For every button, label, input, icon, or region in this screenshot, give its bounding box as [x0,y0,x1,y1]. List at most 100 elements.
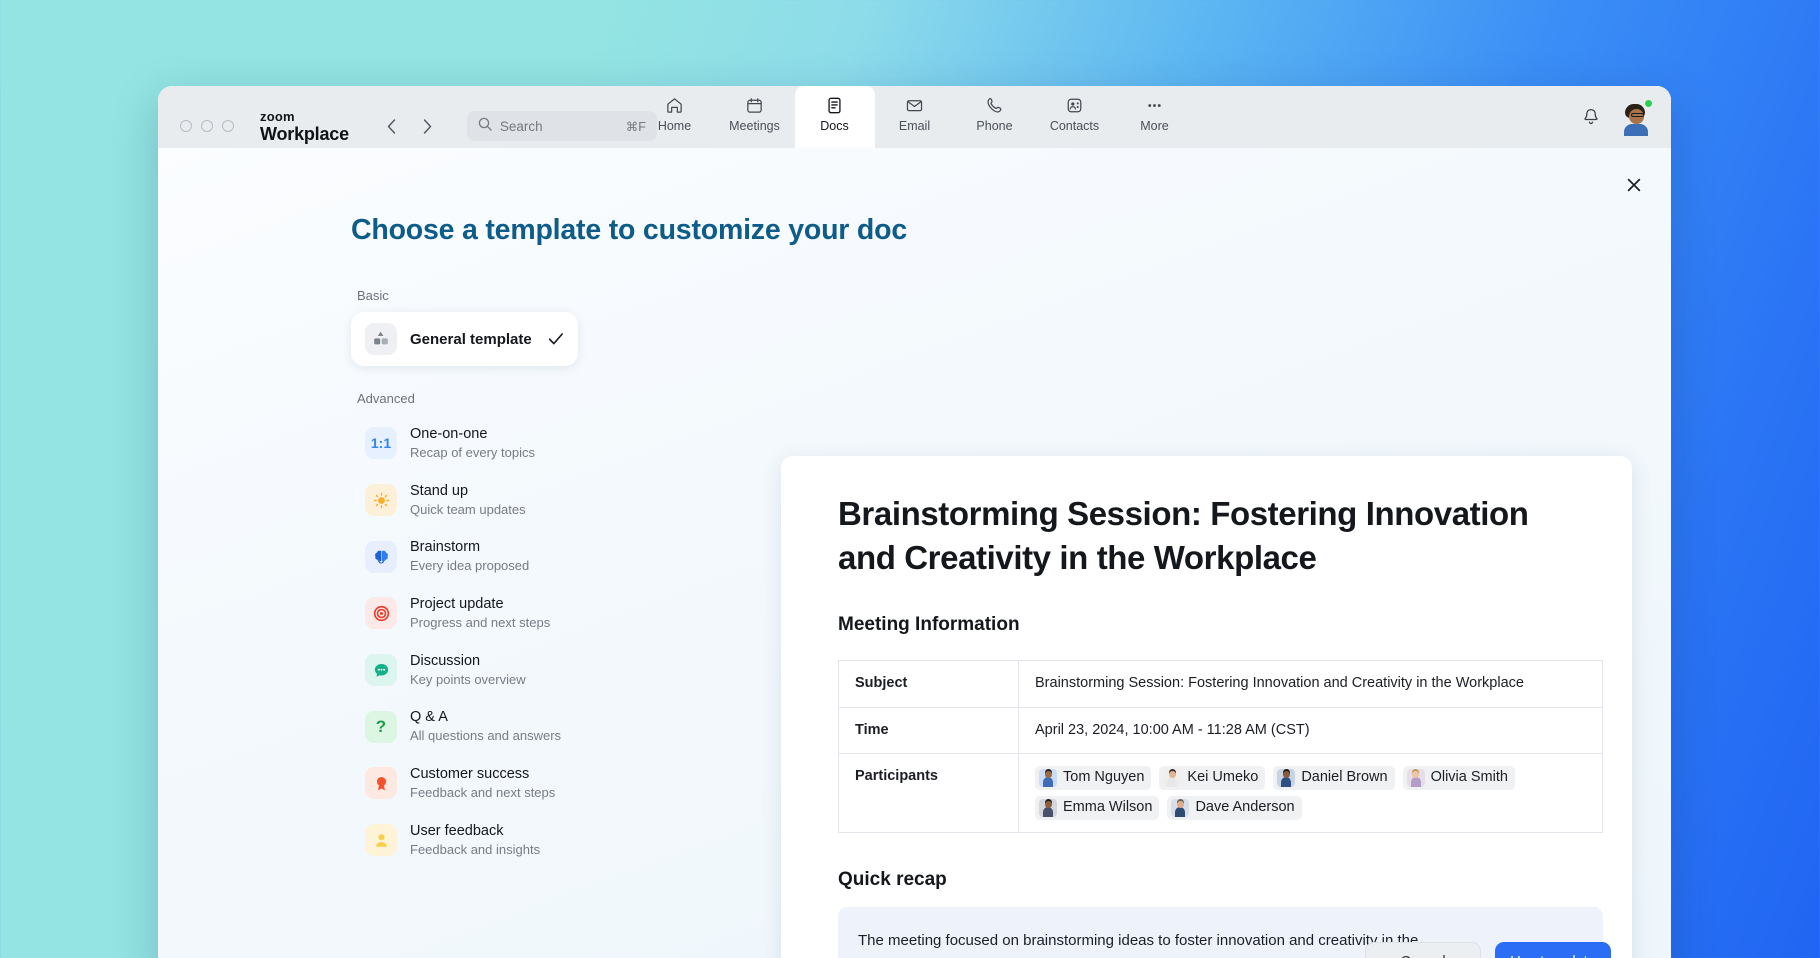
list-item-title: Stand up [410,482,526,500]
back-button[interactable] [379,113,405,139]
sidebar-item-project-update[interactable]: Project update Progress and next steps [351,585,603,642]
table-cell-key: Subject [839,660,1019,707]
target-icon [365,597,397,629]
close-icon[interactable] [1619,170,1649,200]
chat-bubble-icon [365,654,397,686]
list-item-subtitle: Feedback and insights [410,841,540,859]
sidebar-heading-advanced: Advanced [357,391,603,406]
table-cell-value: April 23, 2024, 10:00 AM - 11:28 AM (CST… [1019,707,1603,754]
app-window: zoom Workplace Search ⌘F [158,86,1671,958]
list-item-subtitle: Recap of every topics [410,444,535,462]
sidebar-item-one-on-one[interactable]: 1:1 One-on-one Recap of every topics [351,415,603,472]
minimize-window-dot[interactable] [201,120,213,132]
one-on-one-icon: 1:1 [365,427,397,459]
search-input[interactable]: Search ⌘F [467,111,657,141]
meeting-information-heading: Meeting Information [838,614,1575,636]
list-item-subtitle: All questions and answers [410,727,561,745]
table-cell-value: Brainstorming Session: Fostering Innovat… [1019,660,1603,707]
participant-chip-list: Tom Nguyen Kei Umeko Daniel Brown Olivia Sm… [1035,766,1586,820]
list-item-subtitle: Progress and next steps [410,614,550,632]
table-cell-key: Participants [839,754,1019,833]
list-item-title: One-on-one [410,425,535,443]
forward-button[interactable] [415,113,441,139]
title-bar-right [1581,86,1651,148]
participant-name: Olivia Smith [1431,767,1508,789]
template-sidebar: Basic General template Advanced 1:1 One-… [351,288,603,958]
tab-label: Docs [820,119,848,133]
phone-icon [985,94,1004,116]
tab-meetings[interactable]: Meetings [715,86,795,148]
close-window-dot[interactable] [180,120,192,132]
participant-avatar [1039,769,1057,787]
check-icon [548,332,564,346]
tab-phone[interactable]: Phone [955,86,1035,148]
tab-email[interactable]: Email [875,86,955,148]
tab-label: Home [658,119,691,133]
sidebar-item-customer-success[interactable]: Customer success Feedback and next steps [351,755,603,812]
shapes-icon [365,323,397,355]
one-on-one-glyph: 1:1 [371,435,391,451]
list-item-title: Brainstorm [410,538,529,556]
participant-chip: Daniel Brown [1273,766,1394,790]
sidebar-item-text: Brainstorm Every idea proposed [410,538,529,575]
tab-label: Phone [976,119,1012,133]
sidebar-item-stand-up[interactable]: Stand up Quick team updates [351,472,603,529]
window-controls[interactable] [180,120,234,132]
sidebar-item-q-and-a[interactable]: ? Q & A All questions and answers [351,698,603,755]
sidebar-item-brainstorm[interactable]: Brainstorm Every idea proposed [351,528,603,585]
person-icon [365,824,397,856]
sidebar-item-text: User feedback Feedback and insights [410,822,540,859]
template-picker-modal: Choose a template to customize your doc … [158,148,1671,958]
status-badge [1643,98,1654,109]
sidebar-item-discussion[interactable]: Discussion Key points overview [351,642,603,699]
tab-docs[interactable]: Docs [795,86,875,148]
tab-home[interactable]: Home [635,86,715,148]
participant-chip: Dave Anderson [1167,796,1301,820]
maximize-window-dot[interactable] [222,120,234,132]
envelope-icon [905,94,924,116]
brand-line-2: Workplace [260,125,349,143]
sidebar-item-text: Customer success Feedback and next steps [410,765,555,802]
cancel-button[interactable]: Cancel [1365,942,1481,958]
participant-chip: Kei Umeko [1159,766,1265,790]
avatar[interactable] [1619,101,1651,133]
tab-label: Meetings [729,119,780,133]
list-item-title: User feedback [410,822,540,840]
tab-label: Email [899,119,930,133]
list-item-subtitle: Every idea proposed [410,557,529,575]
title-bar-left: zoom Workplace Search ⌘F [158,86,657,148]
nav-arrows [379,113,441,139]
participant-chip: Olivia Smith [1403,766,1515,790]
participant-avatar [1039,799,1057,817]
tab-contacts[interactable]: Contacts [1035,86,1115,148]
doc-icon [825,94,844,116]
participant-name: Kei Umeko [1187,767,1258,789]
sidebar-item-label: General template [410,331,535,348]
list-item-subtitle: Key points overview [410,671,526,689]
question-mark-icon: ? [365,711,397,743]
brand-line-1: zoom [260,110,349,123]
search-placeholder: Search [500,119,618,134]
tab-label: More [1140,119,1168,133]
sidebar-item-user-feedback[interactable]: User feedback Feedback and insights [351,812,603,869]
question-mark-glyph: ? [376,717,386,737]
table-cell-participants: Tom Nguyen Kei Umeko Daniel Brown Olivia Sm… [1019,754,1603,833]
table-row: Participants Tom Nguyen Kei Umeko Daniel B… [839,754,1603,833]
tab-more[interactable]: More [1115,86,1195,148]
list-item-subtitle: Feedback and next steps [410,784,555,802]
use-template-button[interactable]: Use template [1495,942,1611,958]
participant-name: Dave Anderson [1195,797,1294,819]
notifications-bell-icon[interactable] [1581,107,1601,127]
list-item-title: Customer success [410,765,555,783]
participant-name: Tom Nguyen [1063,767,1144,789]
document-title: Brainstorming Session: Fostering Innovat… [838,492,1575,580]
advanced-template-list: 1:1 One-on-one Recap of every topics Sta… [351,415,603,868]
meeting-info-table: Subject Brainstorming Session: Fostering… [838,660,1603,833]
sidebar-item-general-template[interactable]: General template [351,312,578,366]
document-preview: Brainstorming Session: Fostering Innovat… [781,456,1632,958]
main-tabs: Home Meetings Docs Email [635,86,1195,148]
participant-chip: Emma Wilson [1035,796,1159,820]
sidebar-item-text: One-on-one Recap of every topics [410,425,535,462]
participant-avatar [1407,769,1425,787]
table-cell-key: Time [839,707,1019,754]
